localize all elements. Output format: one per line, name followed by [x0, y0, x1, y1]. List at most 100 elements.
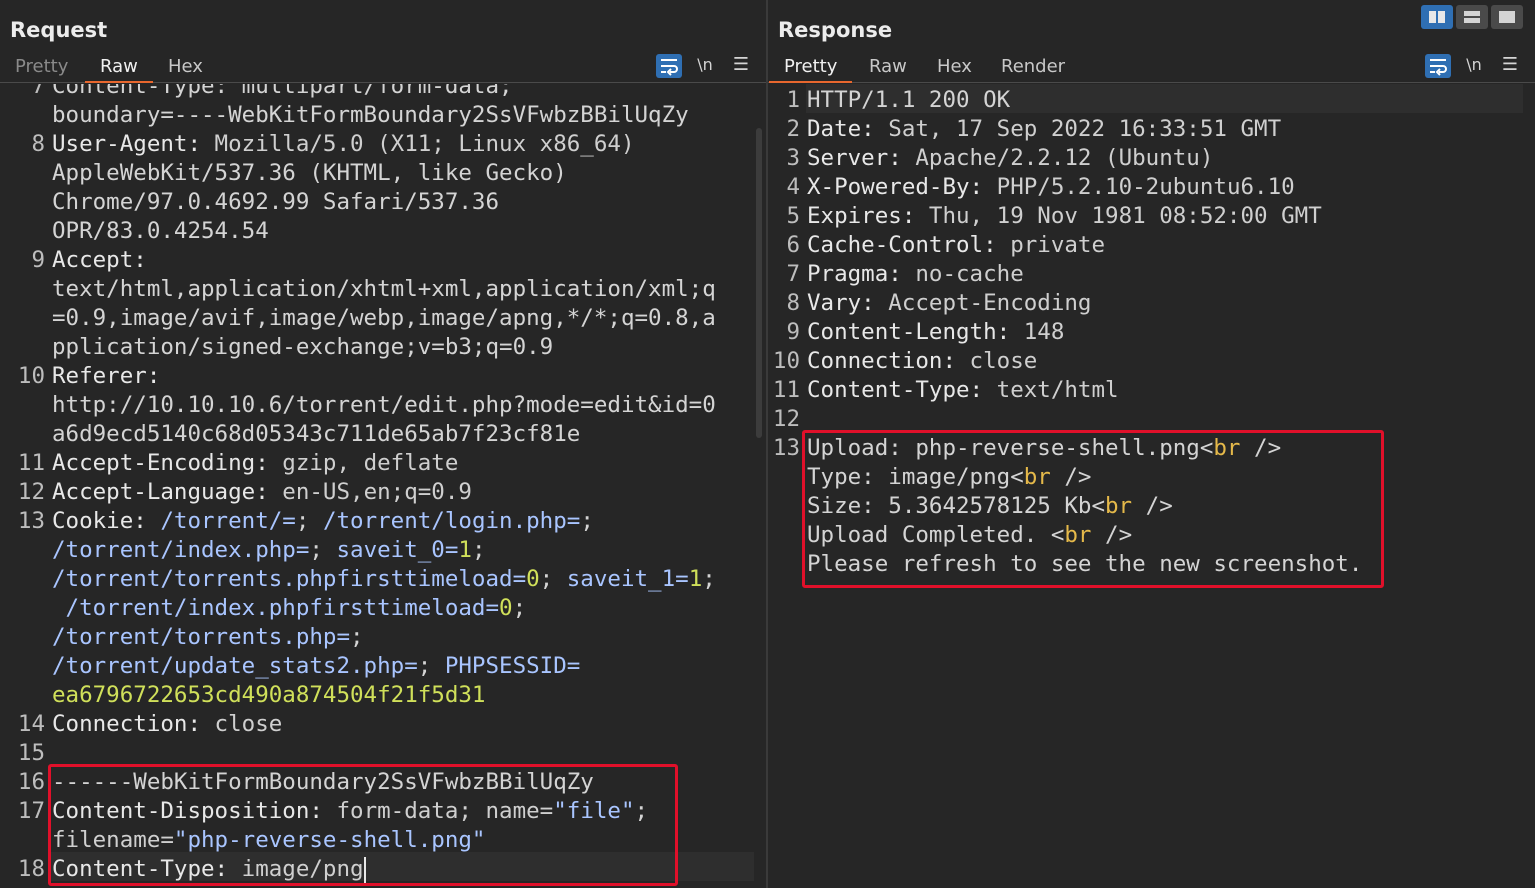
header-key: Connection:	[52, 711, 202, 737]
tab-pretty[interactable]: Pretty	[0, 56, 83, 81]
response-editor[interactable]: 1 HTTP/1.1 200 OK 2 Date: Sat, 17 Sep 2022 …	[768, 84, 1535, 888]
code-text: Expires: Thu, 19 Nov 1981 08:52:00 GMT	[807, 202, 1322, 231]
cookie-name: /torrent/index.phpfirsttimeload=	[65, 595, 500, 621]
code-token: ;	[512, 595, 527, 621]
code-text: X-Powered-By: PHP/5.2.10-2ubuntu6.10	[807, 173, 1295, 202]
tab-raw[interactable]: Raw	[854, 56, 922, 81]
tab-hex[interactable]: Hex	[153, 56, 218, 81]
line-number: 15	[17, 740, 45, 766]
code-text: Date: Sat, 17 Sep 2022 16:33:51 GMT	[807, 115, 1281, 144]
code-text: Accept-Encoding: gzip, deflate	[52, 449, 458, 478]
tab-raw[interactable]: Raw	[85, 56, 153, 83]
code-token: />	[1240, 435, 1282, 461]
code-text: Content-Type: text/html	[807, 376, 1119, 405]
show-newlines-button[interactable]: \n	[1461, 54, 1487, 78]
header-value: close	[201, 711, 283, 737]
code-token: pplication/signed-exchange;v=b3;q=0.9	[52, 334, 554, 360]
cookie-name: /torrent/torrents.php=	[52, 624, 351, 650]
line-number: 10	[772, 348, 800, 374]
request-scrollbar[interactable]	[756, 128, 762, 438]
split-horizontal-icon[interactable]	[1421, 5, 1453, 29]
show-newlines-button[interactable]: \n	[692, 54, 718, 78]
code-text: boundary=----WebKitFormBoundary2SsVFwbzB…	[52, 101, 689, 130]
header-key: Accept-Language:	[52, 479, 269, 505]
header-value: 148	[1010, 319, 1065, 345]
code-text: Content-Type: image/png	[52, 855, 366, 884]
line-number: 4	[786, 174, 800, 200]
tab-render[interactable]: Render	[986, 56, 1080, 81]
code-text: a6d9ecd5140c68d05343c711de65ab7f23cf81e	[52, 420, 580, 449]
html-tag: br	[1105, 493, 1133, 519]
line-number: 18	[17, 856, 45, 882]
code-token: ;	[309, 537, 337, 563]
header-key: User-Agent:	[52, 131, 202, 157]
header-key: Content-Type:	[52, 856, 229, 882]
split-vertical-icon[interactable]	[1456, 5, 1488, 29]
code-text: ------WebKitFormBoundary2SsVFwbzBBilUqZy	[52, 768, 594, 797]
line-number: 8	[31, 131, 45, 157]
line-number: 12	[772, 406, 800, 432]
header-key: Vary:	[807, 290, 875, 316]
header-value: Sat, 17 Sep 2022 16:33:51 GMT	[874, 116, 1282, 142]
code-text: User-Agent: Mozilla/5.0 (X11; Linux x86_…	[52, 130, 635, 159]
header-key: Accept-Encoding:	[52, 450, 269, 476]
code-text: Type: image/png<br />	[807, 463, 1091, 492]
header-value: private	[996, 232, 1106, 258]
code-text: Vary: Accept-Encoding	[807, 289, 1091, 318]
header-value: en-US,en;q=0.9	[268, 479, 472, 505]
response-title: Response	[778, 18, 893, 42]
line-number: 9	[786, 319, 800, 345]
code-text: Content-Disposition: form-data; name="fi…	[52, 797, 648, 826]
menu-icon[interactable]: ☰	[728, 54, 754, 78]
code-text: Content-Length: 148	[807, 318, 1064, 347]
code-text: AppleWebKit/537.36 (KHTML, like Gecko)	[52, 159, 567, 188]
code-text: filename="php-reverse-shell.png"	[52, 826, 485, 855]
header-key: Referer:	[52, 363, 161, 389]
body-text: Type: image/png<	[807, 464, 1024, 490]
cookie-name: /torrent/=	[160, 508, 296, 534]
body-text: Upload: php-reverse-shell.png<	[807, 435, 1214, 461]
tab-hex[interactable]: Hex	[922, 56, 987, 81]
code-token: OPR/83.0.4254.54	[52, 218, 269, 244]
request-editor[interactable]: 7 Content-Type: multipart/form-data; bound…	[0, 84, 766, 888]
tab-pretty[interactable]: Pretty	[769, 56, 853, 83]
cookie-name: saveit_0=	[336, 537, 459, 563]
code-text: /torrent/index.php=; saveit_0=1;	[52, 536, 486, 565]
header-value: text/html	[983, 377, 1119, 403]
menu-icon[interactable]: ☰	[1497, 54, 1523, 78]
line-number: 11	[17, 450, 45, 476]
cookie-value: 0	[499, 595, 513, 621]
header-value: Thu, 19 Nov 1981 08:52:00 GMT	[915, 203, 1322, 229]
line-number: 17	[17, 798, 45, 824]
header-value: PHP/5.2.10-2ubuntu6.10	[983, 174, 1295, 200]
code-token: ;	[702, 566, 716, 592]
code-text: Upload: php-reverse-shell.png<br />	[807, 434, 1281, 463]
cookie-value: ea6796722653cd490a874504f21f5d31	[52, 682, 486, 708]
code-text: Size: 5.3642578125 Kb<br />	[807, 492, 1173, 521]
request-title: Request	[10, 18, 108, 42]
cookie-name: /torrent/torrents.phpfirsttimeload=	[52, 566, 527, 592]
single-pane-icon[interactable]	[1491, 5, 1523, 29]
code-text: Connection: close	[807, 347, 1037, 376]
word-wrap-button[interactable]	[656, 54, 682, 78]
cookie-value: 1	[688, 566, 703, 592]
html-tag: br	[1023, 464, 1051, 490]
cookie-name: /torrent/login.php=	[322, 508, 581, 534]
html-tag: br	[1213, 435, 1241, 461]
line-number: 7	[31, 84, 45, 99]
code-token: a6d9ecd5140c68d05343c711de65ab7f23cf81e	[52, 421, 581, 447]
header-key: Date:	[807, 116, 875, 142]
code-text: pplication/signed-exchange;v=b3;q=0.9	[52, 333, 553, 362]
code-token: filename=	[52, 827, 174, 853]
response-tabs: Pretty Raw Hex Render	[768, 56, 1535, 83]
text-cursor	[363, 856, 366, 883]
line-number: 10	[17, 363, 45, 389]
line-number: 12	[17, 479, 45, 505]
code-text: Accept:	[52, 246, 147, 275]
line-number: 8	[786, 290, 800, 316]
word-wrap-button[interactable]	[1425, 54, 1451, 78]
code-token: />	[1050, 464, 1092, 490]
header-value: image/png	[228, 856, 364, 882]
